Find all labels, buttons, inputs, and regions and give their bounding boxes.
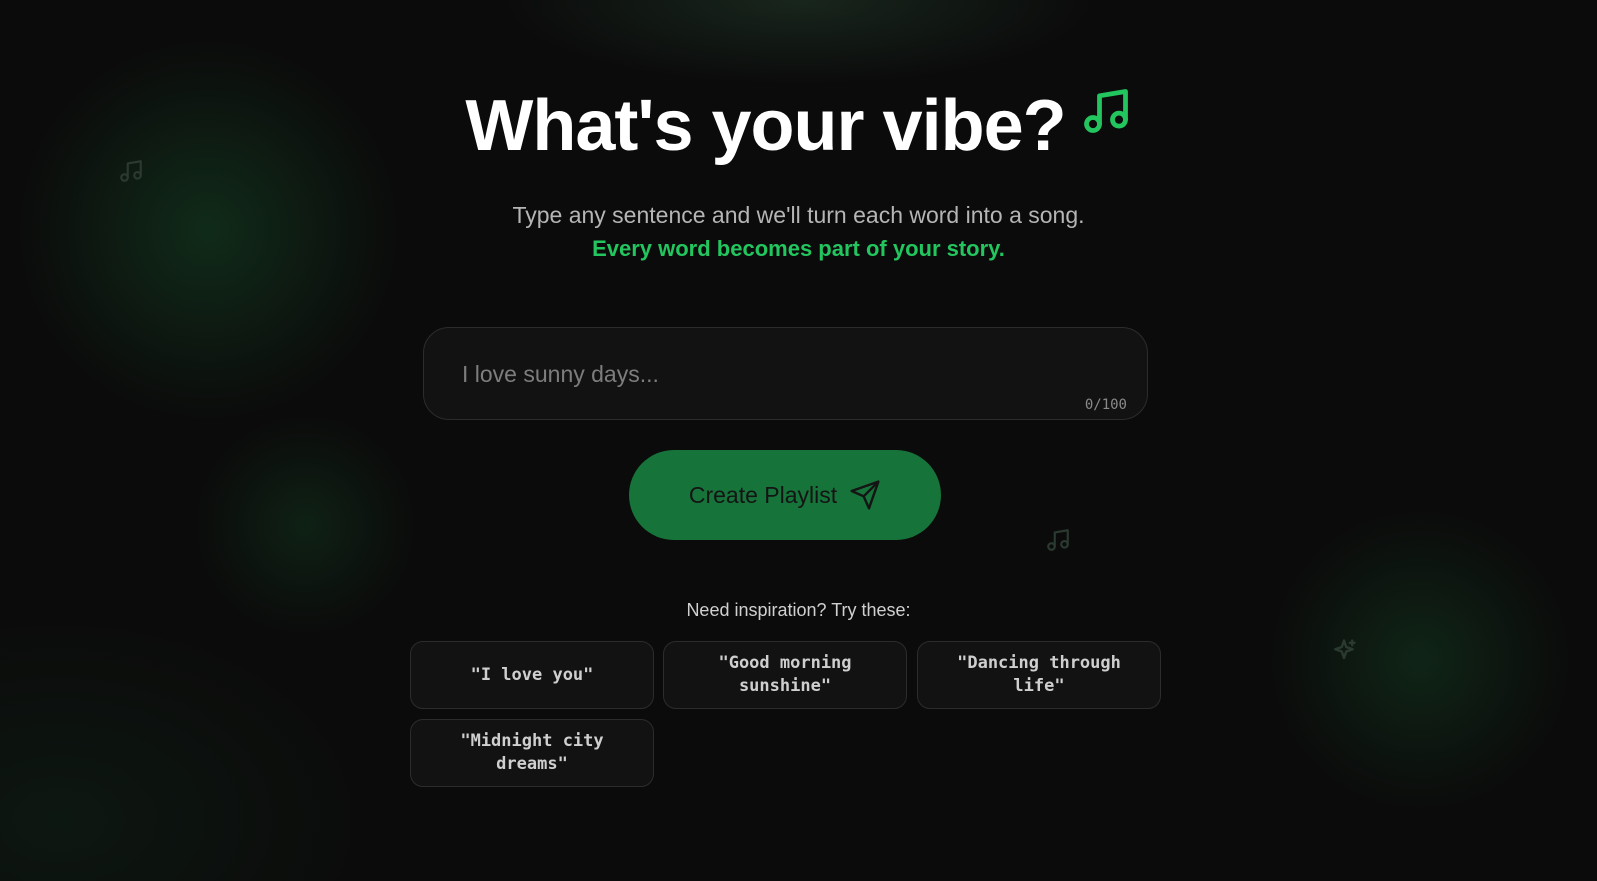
music-note-icon: [1080, 85, 1132, 142]
sparkle-icon: [1330, 637, 1358, 665]
create-playlist-button[interactable]: Create Playlist: [629, 450, 941, 540]
character-counter: 0/100: [1084, 397, 1127, 413]
page-title: What's your vibe?: [465, 86, 1066, 166]
page: What's your vibe? Type any sentence and …: [0, 0, 1597, 881]
inspiration-label: Need inspiration? Try these:: [686, 600, 911, 620]
sentence-input[interactable]: [462, 354, 1082, 394]
hero-title-row: What's your vibe?: [0, 78, 1597, 174]
create-playlist-label: Create Playlist: [688, 481, 838, 508]
send-icon: [850, 480, 880, 510]
suggestion-chip[interactable]: "Midnight city dreams": [410, 719, 654, 787]
suggestion-chip[interactable]: "Good morning sunshine": [663, 641, 907, 709]
suggestion-chip[interactable]: "I love you": [410, 641, 654, 709]
sentence-input-box: 0/100: [423, 327, 1148, 420]
music-note-icon: [1045, 527, 1071, 553]
suggestion-chip[interactable]: "Dancing through life": [917, 641, 1161, 709]
subtitle: Type any sentence and we'll turn each wo…: [512, 202, 1085, 228]
tagline: Every word becomes part of your story.: [592, 236, 1005, 261]
